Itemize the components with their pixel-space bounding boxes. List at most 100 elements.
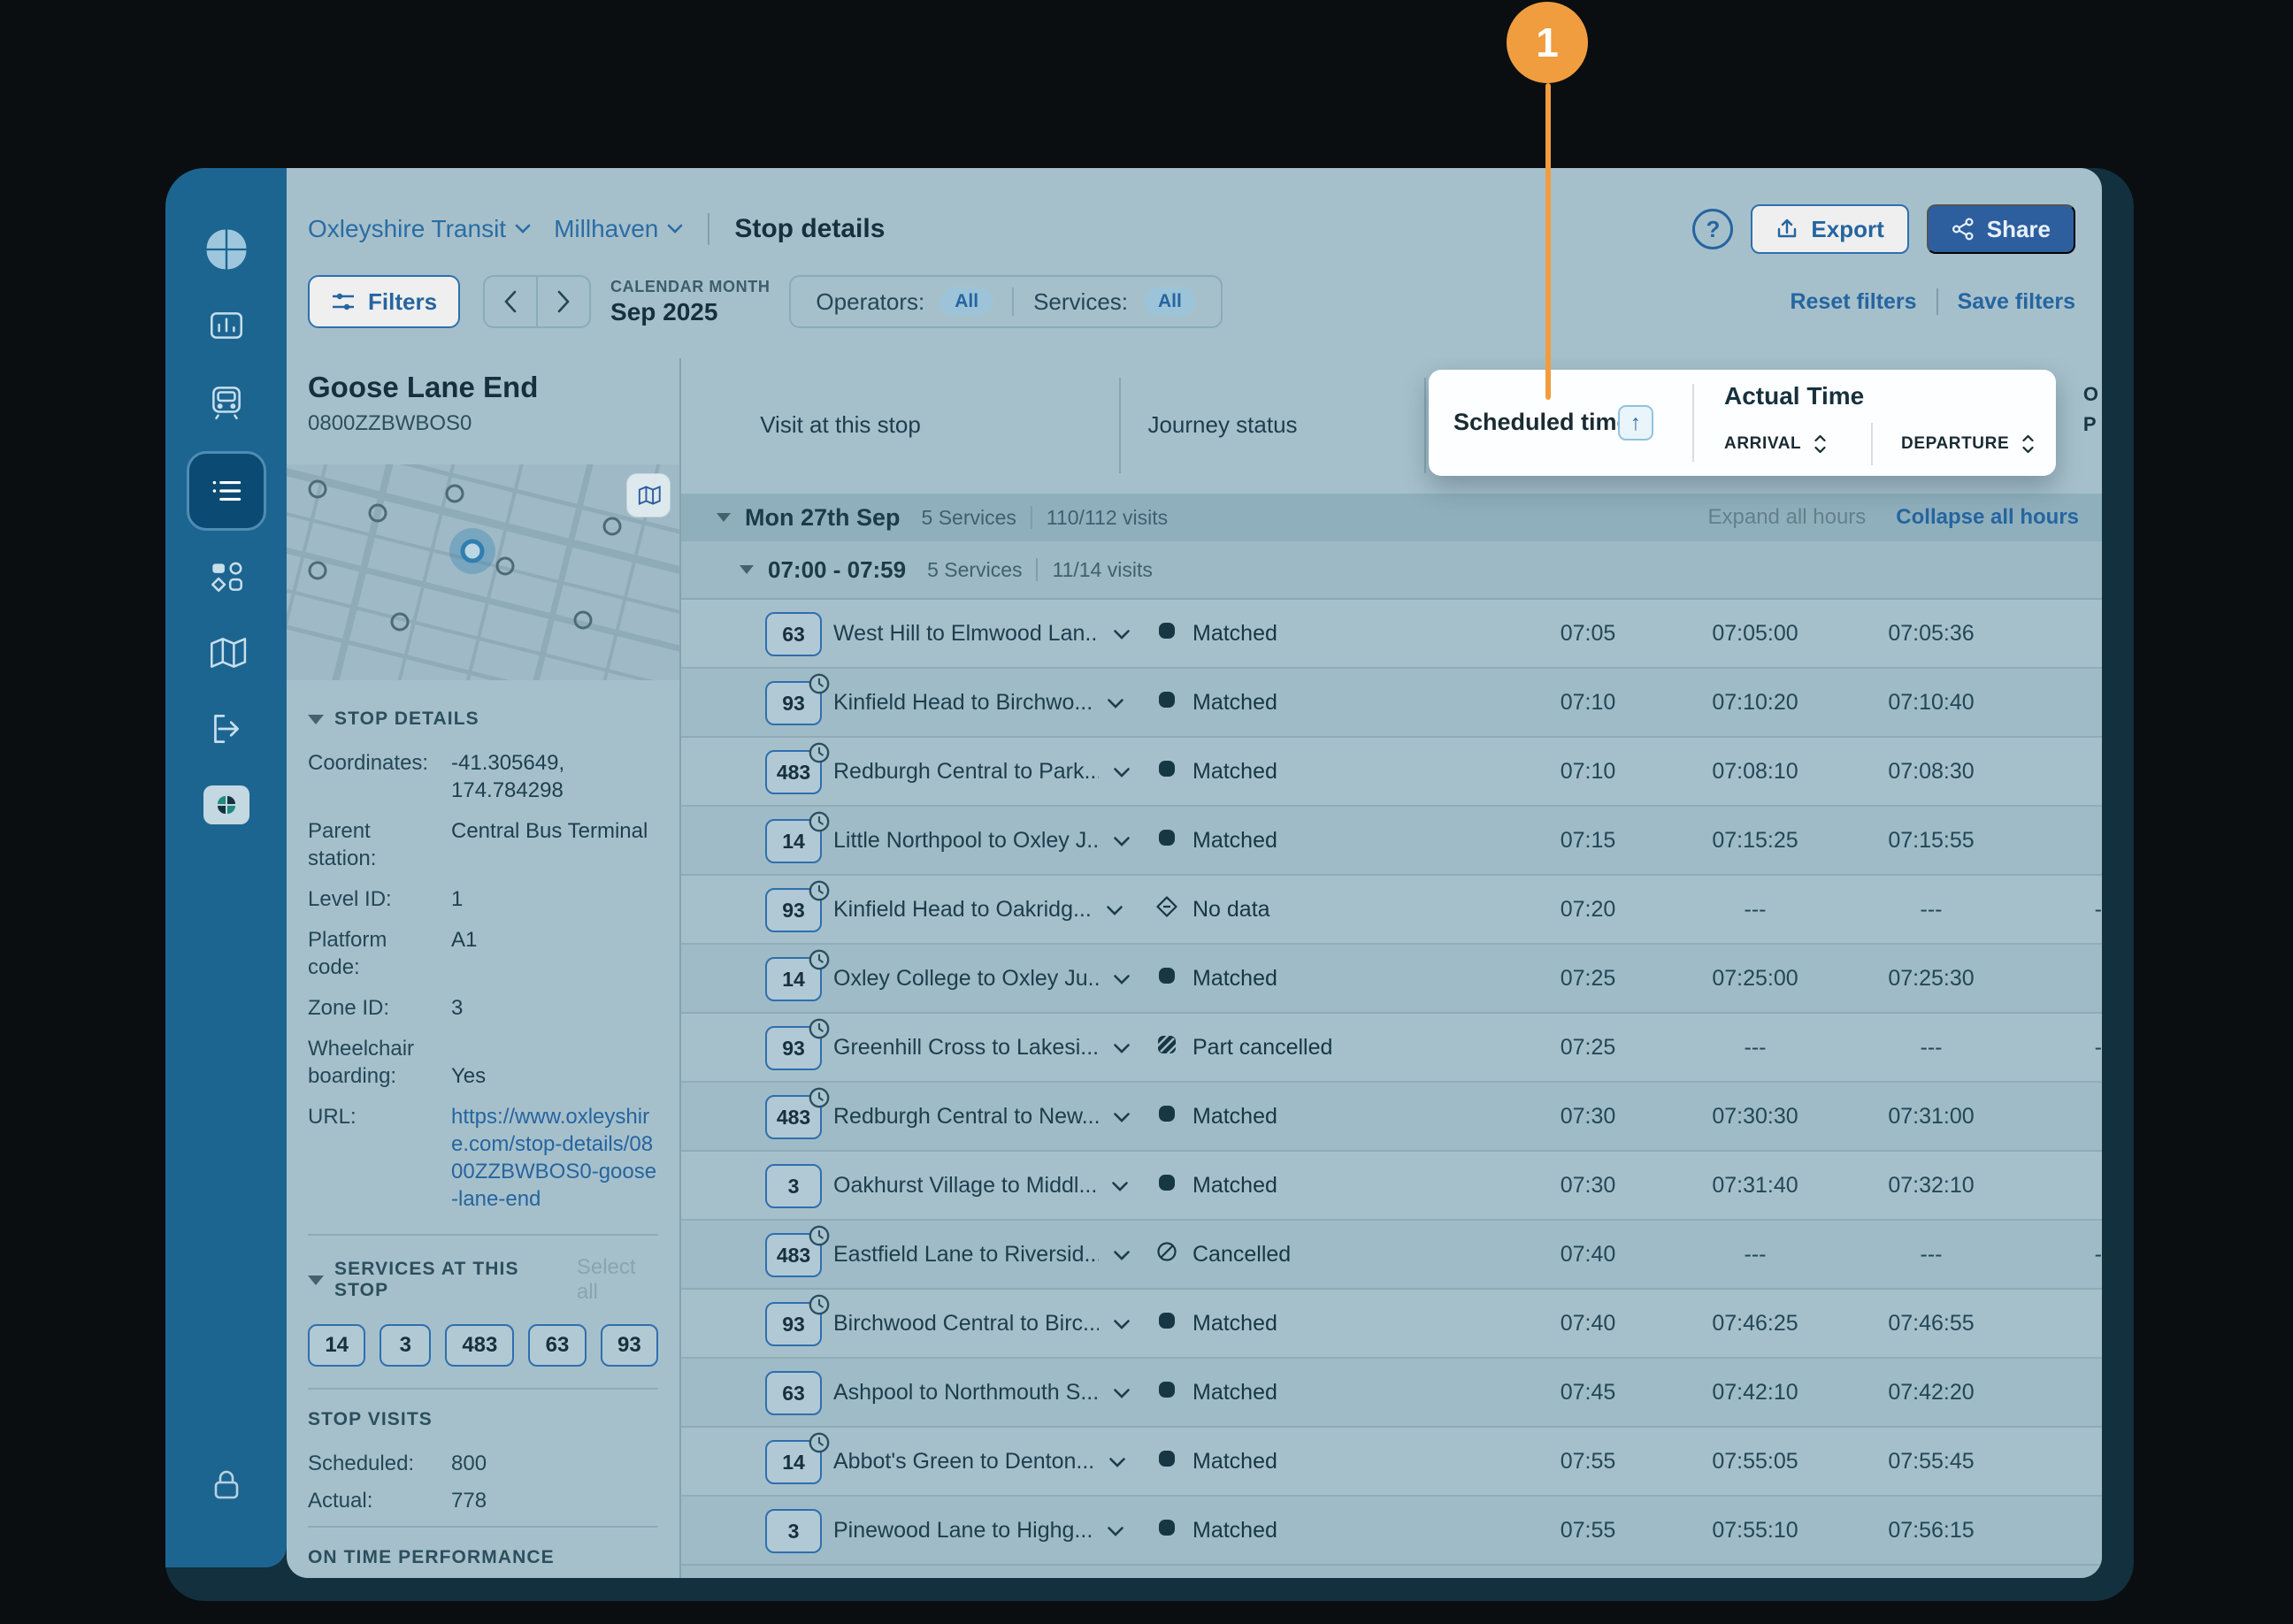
share-button[interactable]: Share (1926, 204, 2075, 254)
filters-button[interactable]: Filters (308, 275, 461, 328)
visit-row[interactable]: 93 Kinfield Head to Birchwo... Matched 07:1… (681, 669, 2102, 738)
arrival-time-cell: 07:05:00 (1712, 620, 1798, 646)
sidebar-item-analytics[interactable] (195, 294, 258, 357)
route-cell[interactable]: Ashpool to Northmouth S... (833, 1359, 1131, 1426)
services-section-header[interactable]: SERVICES AT THIS STOP Select all (308, 1255, 658, 1305)
departure-sort-control[interactable]: DEPARTURE (1901, 433, 2035, 455)
collapse-caret-icon (308, 1275, 324, 1285)
service-number-chip: 14 (765, 949, 830, 1001)
visit-row[interactable]: 93 Kinfield Head to Oakridg... No data 07:2… (681, 876, 2102, 945)
chevron-down-icon (1113, 966, 1131, 992)
date-group-row[interactable]: Mon 27th Sep 5 Services 110/112 visits E… (681, 494, 2102, 541)
open-map-button[interactable] (626, 473, 671, 517)
visit-row[interactable]: 14 Oxley College to Oxley Ju... Matched 07:… (681, 945, 2102, 1014)
arrival-time-cell: 07:55:10 (1712, 1517, 1798, 1543)
breadcrumb-region[interactable]: Millhaven (554, 215, 683, 243)
route-cell[interactable]: Redburgh Central to Park... (833, 738, 1131, 805)
scheduled-sort-button[interactable]: ↑ (1618, 405, 1653, 440)
sidebar-item-vehicles[interactable] (195, 370, 258, 433)
route-cell[interactable]: Pinewood Lane to Highg... (833, 1497, 1124, 1564)
route-cell[interactable]: Oakhurst Village to Middl... (833, 1152, 1129, 1219)
visit-row[interactable]: 3 Oakhurst Village to Middl... Matched 07:3… (681, 1152, 2102, 1221)
arrival-sort-control[interactable]: ARRIVAL (1724, 433, 1827, 455)
route-cell[interactable]: Kinfield Head to Birchwo... (833, 669, 1124, 736)
select-all-link[interactable]: Select all (577, 1255, 658, 1305)
clock-badge-icon (808, 741, 831, 770)
route-cell[interactable]: Greenhill Cross to Lakesi... (833, 1014, 1131, 1081)
stop-visits-row: Scheduled: 800 (308, 1452, 658, 1476)
journey-status-label: Matched (1193, 965, 1277, 991)
route-cell[interactable]: Eastfield Lane to Riversid... (833, 1221, 1131, 1288)
service-chip-93[interactable]: 93 (600, 1324, 658, 1367)
detail-row: Wheelchair boarding: Yes (308, 1035, 658, 1090)
sidebar-item-categories[interactable] (195, 545, 258, 609)
previous-month-button[interactable] (485, 277, 539, 326)
visit-row[interactable]: 93 Birchwood Central to Birc... Matched 07:… (681, 1290, 2102, 1359)
visit-row[interactable]: 483 Eastfield Lane to Riversid... Cancelle… (681, 1221, 2102, 1290)
page-title: Stop details (734, 214, 886, 243)
route-cell[interactable]: Birchwood Central to Birc... (833, 1290, 1131, 1357)
sidebar-item-apps[interactable] (195, 773, 258, 837)
sidebar-item-logo[interactable] (195, 218, 258, 281)
export-button[interactable]: Export (1751, 204, 1909, 254)
visit-row[interactable]: 483 Redburgh Central to New... Matched 07:3… (681, 1083, 2102, 1152)
stop-map[interactable] (287, 372, 679, 778)
arrival-time-cell: 07:08:10 (1712, 758, 1798, 784)
route-cell[interactable]: West Hill to Elmwood Lan... (833, 600, 1131, 667)
visit-row[interactable]: 63 Ashpool to Northmouth S... Matched 07:45… (681, 1359, 2102, 1428)
help-button[interactable]: ? (1692, 209, 1734, 249)
reset-filters-link[interactable]: Reset filters (1790, 289, 1916, 315)
matched-icon (1155, 1516, 1178, 1545)
service-chip-483[interactable]: 483 (445, 1324, 515, 1367)
save-filters-link[interactable]: Save filters (1958, 289, 2075, 315)
journey-status-label: Matched (1193, 620, 1277, 646)
journey-status-label: Cancelled (1193, 1241, 1292, 1267)
collapse-caret-icon (717, 513, 731, 522)
expand-all-hours-link[interactable]: Expand all hours (1708, 505, 1867, 530)
map-icon (638, 486, 661, 505)
sidebar-item-logout[interactable] (195, 697, 258, 761)
matched-icon (1155, 1309, 1178, 1338)
lock-icon (207, 1470, 246, 1508)
breadcrumb-operator[interactable]: Oxleyshire Transit (308, 215, 531, 243)
matched-icon (1155, 1378, 1178, 1407)
visit-row[interactable]: 14 Little Northpool to Oxley J... Matched 0… (681, 807, 2102, 876)
detail-value-link[interactable]: https://www.oxleyshire.com/stop-details/… (451, 1103, 658, 1213)
sidebar-item-map[interactable] (195, 621, 258, 685)
service-chip-14[interactable]: 14 (308, 1324, 366, 1367)
sidebar-lock[interactable] (207, 1466, 246, 1509)
hour-group-row[interactable]: 07:00 - 07:59 5 Services 11/14 visits (681, 541, 2102, 600)
meta-divider (1036, 558, 1039, 581)
route-cell[interactable]: Abbot's Green to Denton... (833, 1428, 1126, 1495)
bus-icon (206, 381, 247, 422)
journey-status-label: Matched (1193, 1448, 1277, 1474)
service-chip-3[interactable]: 3 (380, 1324, 432, 1367)
route-cell[interactable]: Little Northpool to Oxley J... (833, 807, 1131, 874)
service-chip-63[interactable]: 63 (528, 1324, 587, 1367)
operators-services-filter[interactable]: Operators: All Services: All (789, 275, 1223, 328)
detail-label: Parent station: (308, 819, 377, 870)
route-cell[interactable]: Kinfield Head to Oakridg... (833, 876, 1123, 943)
stop-details-section-header[interactable]: STOP DETAILS (308, 709, 658, 730)
next-month-button[interactable] (538, 277, 589, 326)
visit-row[interactable]: 14 Abbot's Green to Denton... Matched 07:55… (681, 1428, 2102, 1497)
visit-row[interactable]: 63 West Hill to Elmwood Lan... Matched 07:0… (681, 600, 2102, 669)
detail-value: 1 (451, 887, 464, 911)
arrival-time-cell: 07:55:05 (1712, 1448, 1798, 1474)
question-icon: ? (1706, 215, 1721, 242)
collapse-all-hours-link[interactable]: Collapse all hours (1896, 505, 2079, 530)
clock-badge-icon (808, 672, 831, 701)
route-cell[interactable]: Redburgh Central to New... (833, 1083, 1131, 1150)
screenshot-stage: 1 Oxleyshire Transit Millhaven Stop deta… (0, 0, 2293, 1624)
services-label: Services: (1033, 287, 1129, 315)
popup-divider (1871, 423, 1873, 465)
map-icon (206, 632, 247, 673)
visit-row[interactable]: 483 Redburgh Central to Park... Matched 07:… (681, 738, 2102, 807)
arrival-time-cell: 07:30:30 (1712, 1103, 1798, 1129)
sidebar-item-stop-details[interactable] (186, 451, 266, 531)
next-hour-group-row[interactable]: 08:00 - 08:59 5 Services 12/14 visits (681, 1566, 2102, 1578)
visit-row[interactable]: 93 Greenhill Cross to Lakesi... Part cance… (681, 1014, 2102, 1083)
column-visit-label: Visit at this stop (760, 411, 921, 438)
route-cell[interactable]: Oxley College to Oxley Ju... (833, 945, 1131, 1012)
visit-row[interactable]: 3 Pinewood Lane to Highg... Matched 07:55 07… (681, 1497, 2102, 1566)
